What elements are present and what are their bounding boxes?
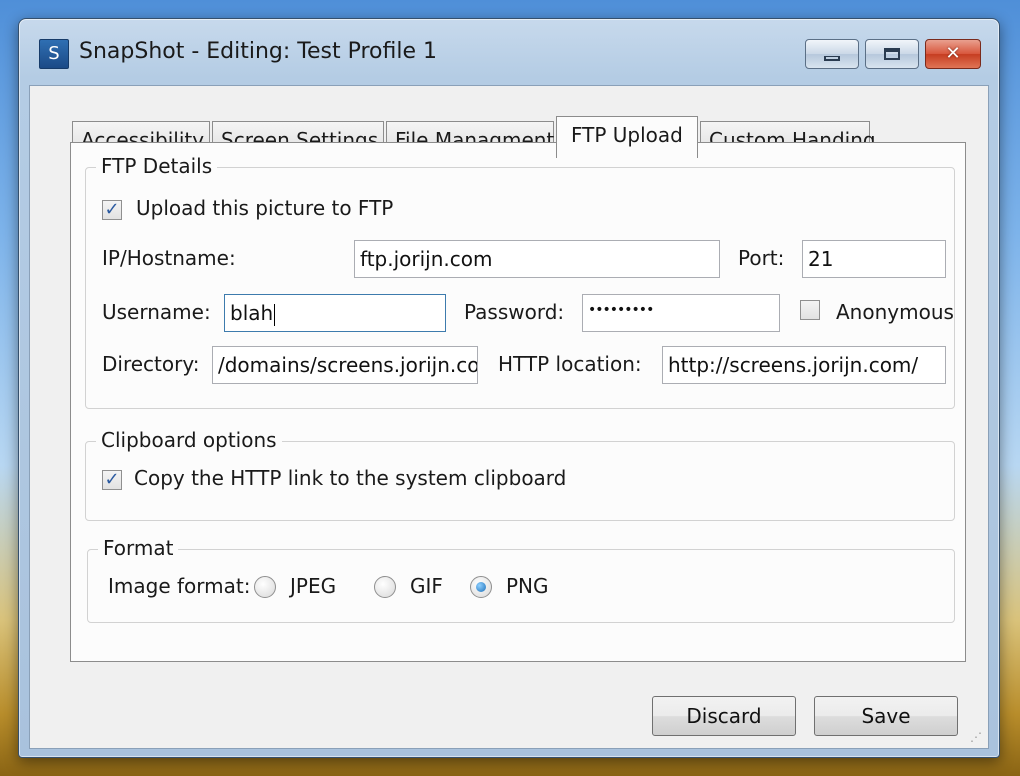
gif-radio[interactable]: [374, 576, 396, 598]
checkmark-icon: ✓: [104, 469, 120, 490]
jpeg-label: JPEG: [290, 574, 337, 598]
anonymous-checkbox[interactable]: [800, 300, 820, 320]
format-group: Format Image format: JPEG GIF PNG: [87, 536, 955, 623]
gif-label: GIF: [410, 574, 443, 598]
copy-link-label: Copy the HTTP link to the system clipboa…: [134, 466, 567, 490]
directory-label: Directory:: [102, 352, 200, 376]
discard-button[interactable]: Discard: [652, 696, 796, 736]
jpeg-radio[interactable]: [254, 576, 276, 598]
clipboard-legend: Clipboard options: [96, 428, 282, 452]
password-input[interactable]: •••••••••: [582, 294, 780, 332]
title-bar[interactable]: S SnapShot - Editing: Test Profile 1 ✕: [19, 19, 999, 85]
ftp-details-group: FTP Details ✓ Upload this picture to FTP…: [85, 154, 955, 409]
directory-input[interactable]: /domains/screens.jorijn.com: [212, 346, 478, 384]
hostname-input[interactable]: ftp.jorijn.com: [354, 240, 720, 278]
save-button[interactable]: Save: [814, 696, 958, 736]
close-icon: ✕: [945, 43, 961, 64]
username-value: blah: [230, 301, 274, 325]
png-label: PNG: [506, 574, 549, 598]
http-location-label: HTTP location:: [498, 352, 642, 376]
password-label: Password:: [464, 300, 565, 324]
copy-link-checkbox[interactable]: ✓: [102, 470, 122, 490]
dialog-client-area: Accessibility Screen Settings File Manag…: [29, 85, 989, 749]
upload-checkbox[interactable]: ✓: [102, 200, 122, 220]
http-location-input[interactable]: http://screens.jorijn.com/: [662, 346, 946, 384]
dialog-window: S SnapShot - Editing: Test Profile 1 ✕ A…: [18, 18, 1000, 758]
maximize-icon: [884, 48, 900, 60]
image-format-label: Image format:: [108, 574, 251, 598]
minimize-icon: [824, 55, 840, 61]
hostname-label: IP/Hostname:: [102, 246, 236, 270]
close-button[interactable]: ✕: [925, 39, 981, 69]
port-label: Port:: [738, 246, 785, 270]
maximize-button[interactable]: [865, 39, 919, 69]
upload-label: Upload this picture to FTP: [136, 196, 394, 220]
username-label: Username:: [102, 300, 211, 324]
minimize-button[interactable]: [805, 39, 859, 69]
tab-ftp-upload[interactable]: FTP Upload: [556, 116, 698, 158]
username-input[interactable]: blah: [224, 294, 446, 332]
ftp-details-legend: FTP Details: [96, 154, 218, 178]
resize-grip-icon[interactable]: ⋰: [970, 730, 984, 744]
snapshot-app-icon: S: [39, 39, 69, 69]
checkmark-icon: ✓: [104, 199, 120, 220]
text-caret: [274, 303, 276, 326]
window-title: SnapShot - Editing: Test Profile 1: [79, 39, 438, 64]
clipboard-options-group: Clipboard options ✓ Copy the HTTP link t…: [85, 428, 955, 521]
ftp-upload-panel: FTP Details ✓ Upload this picture to FTP…: [70, 142, 966, 662]
port-input[interactable]: 21: [802, 240, 946, 278]
anonymous-label: Anonymous: [836, 300, 954, 324]
png-radio[interactable]: [470, 576, 492, 598]
format-legend: Format: [98, 536, 179, 560]
